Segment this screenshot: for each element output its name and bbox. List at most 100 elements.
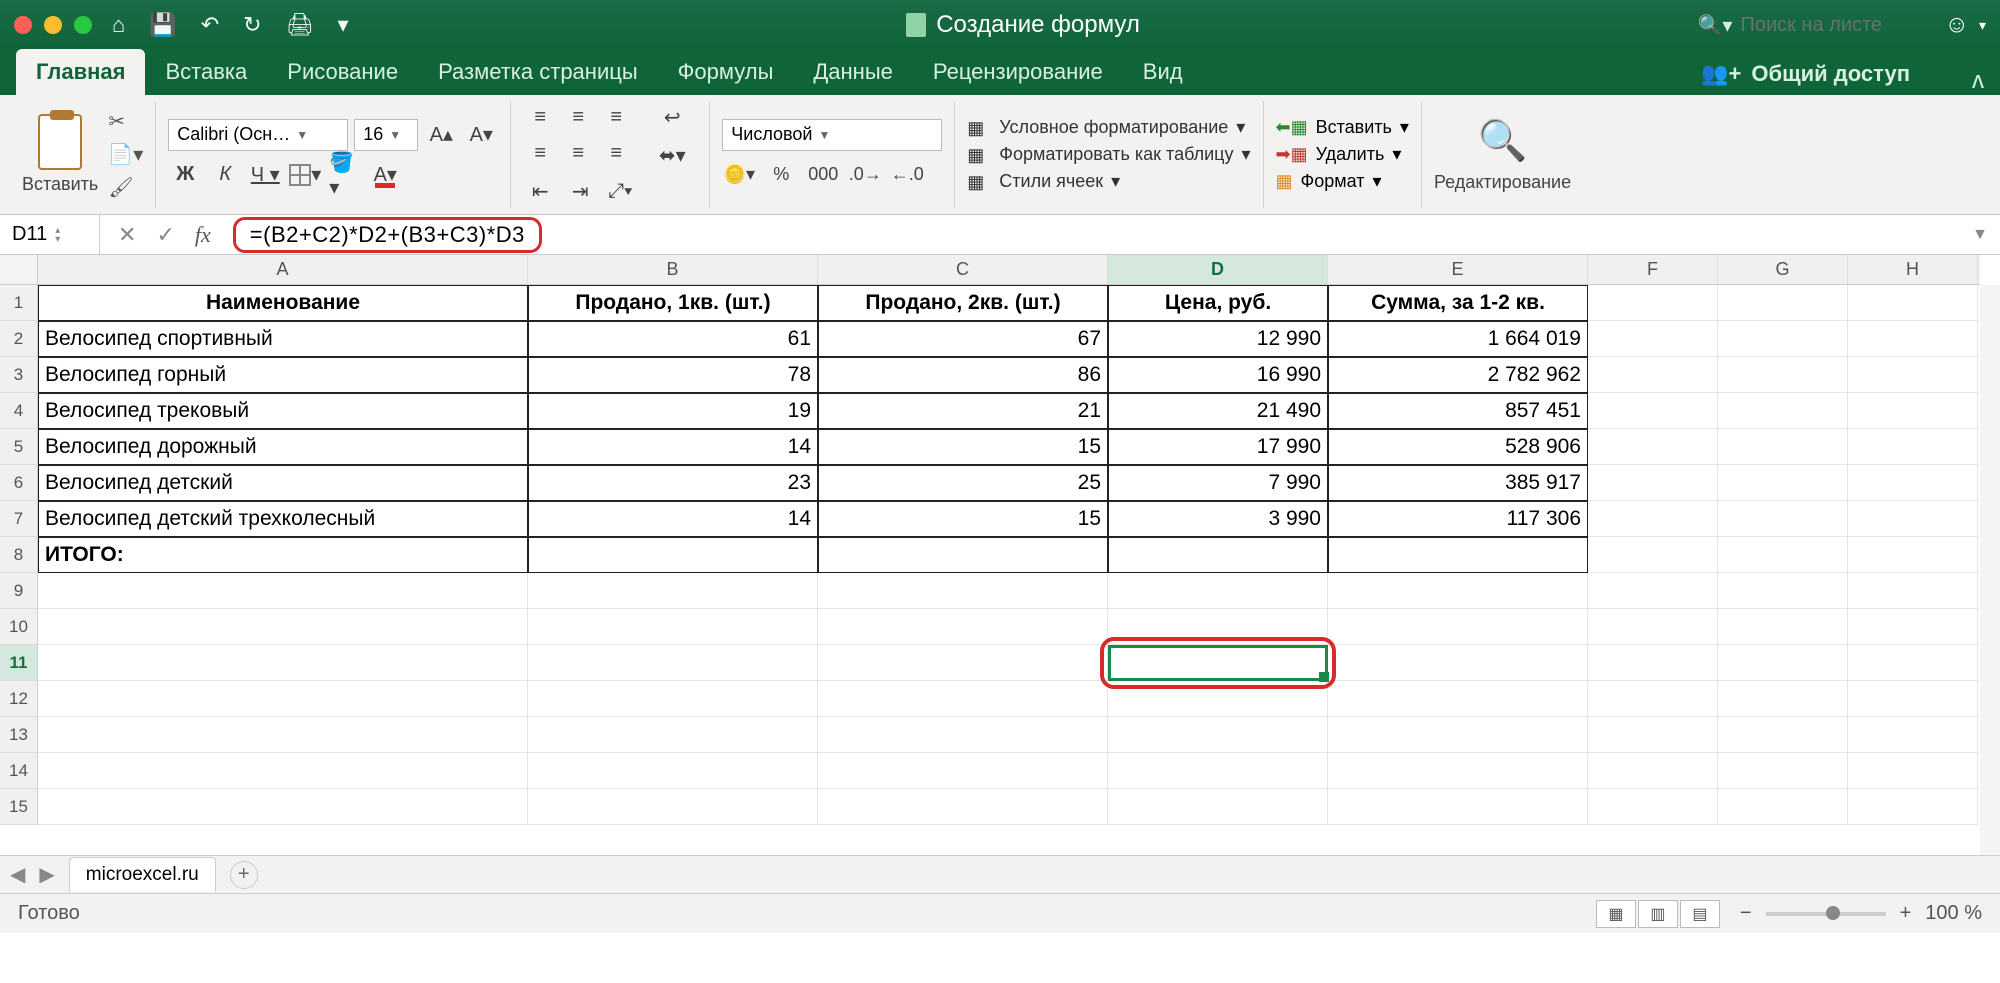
align-center-icon[interactable]: ≡	[561, 137, 595, 169]
cell[interactable]	[1588, 357, 1718, 393]
cell[interactable]: 385 917	[1328, 465, 1588, 501]
cell[interactable]	[38, 609, 528, 645]
formula-input[interactable]: =(B2+C2)*D2+(B3+C3)*D3	[233, 217, 542, 253]
cell[interactable]	[1588, 501, 1718, 537]
cell[interactable]	[1328, 789, 1588, 825]
share-button[interactable]: 👥+ Общий доступ	[1689, 53, 1922, 95]
view-normal-icon[interactable]: ▦	[1596, 900, 1636, 928]
cell[interactable]	[1588, 393, 1718, 429]
cell[interactable]: Наименование	[38, 285, 528, 321]
enter-formula-icon[interactable]: ✓	[156, 222, 174, 248]
view-page-layout-icon[interactable]: ▥	[1638, 900, 1678, 928]
cell[interactable]: 17 990	[1108, 429, 1328, 465]
cell[interactable]: 15	[818, 501, 1108, 537]
close-window-icon[interactable]	[14, 16, 32, 34]
cell[interactable]: 15	[818, 429, 1108, 465]
cell[interactable]	[1718, 537, 1848, 573]
cell[interactable]	[1848, 393, 1978, 429]
decrease-indent-icon[interactable]: ⇤	[523, 175, 557, 207]
cell[interactable]	[1718, 717, 1848, 753]
zoom-slider[interactable]	[1766, 912, 1886, 916]
cell[interactable]	[1718, 645, 1848, 681]
cell[interactable]	[1848, 501, 1978, 537]
home-icon[interactable]: ⌂	[112, 12, 125, 38]
cell[interactable]: 14	[528, 501, 818, 537]
redo-icon[interactable]: ↻	[243, 12, 261, 38]
cell[interactable]	[1588, 789, 1718, 825]
italic-button[interactable]: К	[208, 159, 242, 191]
col-header-E[interactable]: E	[1328, 255, 1588, 284]
align-top-icon[interactable]: ≡	[523, 101, 557, 133]
cell[interactable]: Сумма, за 1-2 кв.	[1328, 285, 1588, 321]
cell[interactable]: Велосипед спортивный	[38, 321, 528, 357]
maximize-window-icon[interactable]	[74, 16, 92, 34]
orientation-icon[interactable]: ⤢▾	[603, 175, 637, 207]
cell[interactable]	[1848, 537, 1978, 573]
font-name-combo[interactable]: Calibri (Осн…▼	[168, 119, 348, 151]
sheet-search[interactable]: 🔍▾	[1698, 13, 1921, 38]
cell[interactable]	[1718, 789, 1848, 825]
save-icon[interactable]: 💾	[149, 12, 176, 38]
tab-formulas[interactable]: Формулы	[658, 49, 794, 95]
cell[interactable]	[528, 681, 818, 717]
row-header-5[interactable]: 5	[0, 429, 38, 465]
select-all-corner[interactable]	[0, 255, 38, 285]
cell[interactable]	[528, 573, 818, 609]
tab-data[interactable]: Данные	[793, 49, 912, 95]
cell[interactable]: 12 990	[1108, 321, 1328, 357]
font-color-button[interactable]: A▾	[368, 159, 402, 191]
cell[interactable]: 21 490	[1108, 393, 1328, 429]
cell[interactable]: 16 990	[1108, 357, 1328, 393]
cell[interactable]	[1328, 645, 1588, 681]
fx-icon[interactable]: fx	[195, 222, 211, 248]
search-input[interactable]	[1740, 14, 1920, 37]
cell[interactable]	[1848, 357, 1978, 393]
row-header-11[interactable]: 11	[0, 645, 38, 681]
cell[interactable]: Велосипед дорожный	[38, 429, 528, 465]
cell[interactable]	[38, 717, 528, 753]
sheet-nav-prev-icon[interactable]: ◀	[10, 862, 25, 887]
col-header-D[interactable]: D	[1108, 255, 1328, 284]
collapse-ribbon-icon[interactable]: ʌ	[1972, 67, 1984, 95]
increase-decimal-icon[interactable]: .0→	[848, 159, 882, 191]
cell[interactable]: Продано, 1кв. (шт.)	[528, 285, 818, 321]
col-header-F[interactable]: F	[1588, 255, 1718, 284]
align-right-icon[interactable]: ≡	[599, 137, 633, 169]
cell[interactable]	[38, 573, 528, 609]
view-page-break-icon[interactable]: ▤	[1680, 900, 1720, 928]
cell[interactable]	[1718, 609, 1848, 645]
cell[interactable]: 1 664 019	[1328, 321, 1588, 357]
cell[interactable]: 61	[528, 321, 818, 357]
comma-icon[interactable]: 000	[806, 159, 840, 191]
cell[interactable]	[1328, 753, 1588, 789]
row-header-15[interactable]: 15	[0, 789, 38, 825]
cell[interactable]: 117 306	[1328, 501, 1588, 537]
cell[interactable]	[818, 681, 1108, 717]
cell[interactable]	[818, 717, 1108, 753]
percent-icon[interactable]: %	[764, 159, 798, 191]
cell[interactable]	[1588, 465, 1718, 501]
cell[interactable]: 78	[528, 357, 818, 393]
cell[interactable]: 67	[818, 321, 1108, 357]
zoom-out-icon[interactable]: −	[1740, 902, 1752, 925]
col-header-H[interactable]: H	[1848, 255, 1978, 284]
row-header-13[interactable]: 13	[0, 717, 38, 753]
col-header-B[interactable]: B	[528, 255, 818, 284]
tab-view[interactable]: Вид	[1123, 49, 1203, 95]
feedback-menu-icon[interactable]: ▾	[1979, 17, 1986, 34]
cell[interactable]	[1718, 429, 1848, 465]
cell[interactable]	[1848, 321, 1978, 357]
cell[interactable]	[528, 537, 818, 573]
tab-layout[interactable]: Разметка страницы	[418, 49, 658, 95]
cell[interactable]	[818, 609, 1108, 645]
cell[interactable]: 7 990	[1108, 465, 1328, 501]
cell[interactable]	[818, 573, 1108, 609]
currency-icon[interactable]: 🪙▾	[722, 159, 756, 191]
cell[interactable]: Продано, 2кв. (шт.)	[818, 285, 1108, 321]
cell[interactable]: ИТОГО:	[38, 537, 528, 573]
cell[interactable]	[1718, 465, 1848, 501]
editing-button[interactable]: 🔍 Редактирование	[1434, 117, 1571, 193]
cell[interactable]: 21	[818, 393, 1108, 429]
cell[interactable]: 3 990	[1108, 501, 1328, 537]
cell[interactable]	[1848, 753, 1978, 789]
